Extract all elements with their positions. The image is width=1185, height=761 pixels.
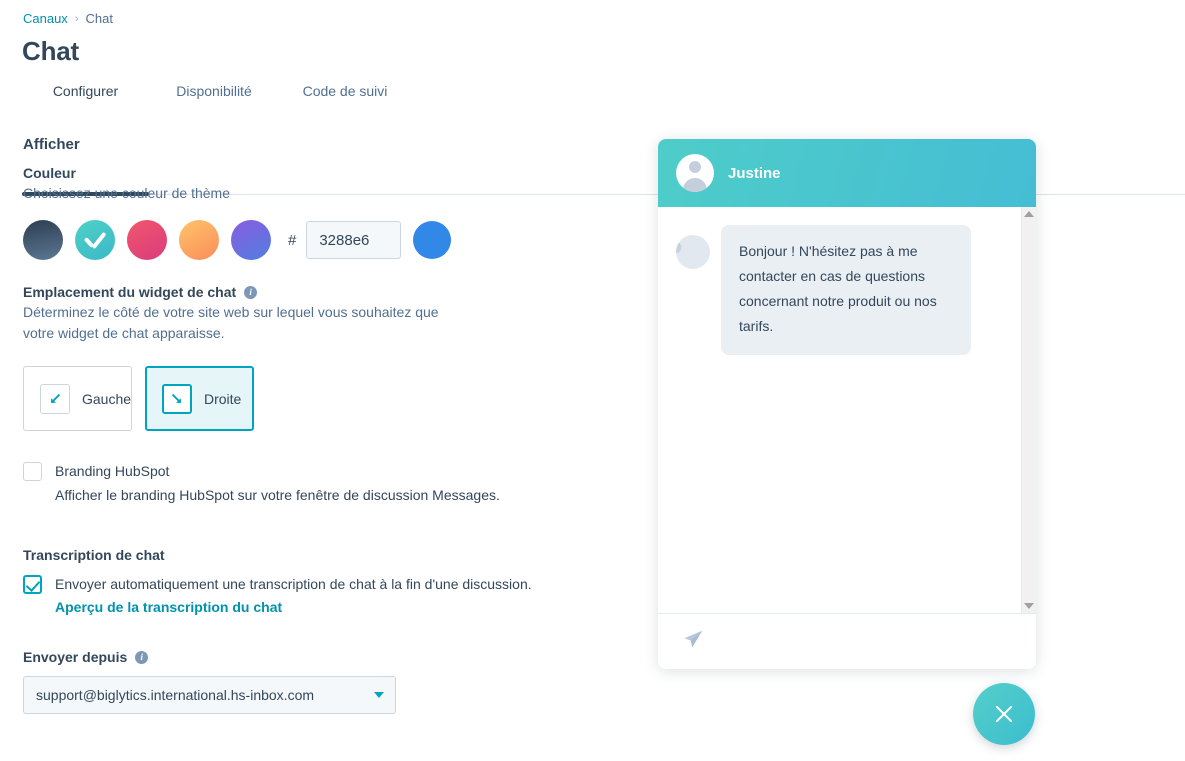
info-icon[interactable]: i [135,650,149,664]
section-heading-afficher: Afficher [23,136,80,153]
chevron-down-icon [374,692,384,698]
chat-scrollbar[interactable] [1021,207,1036,613]
message-avatar [676,235,710,269]
arrow-down-left-icon [40,383,70,414]
label-couleur: Couleur [23,165,633,181]
color-swatch-orange[interactable] [179,220,219,260]
tab-disponibilite[interactable]: Disponibilité [149,78,279,113]
settings-column: Afficher Couleur Choisissez une couleur … [23,136,633,714]
color-description: Choisissez une couleur de thème [23,185,231,201]
breadcrumb-separator-icon: › [74,13,79,25]
chat-preview-header: Justine [658,139,1036,207]
agent-name: Justine [728,164,781,182]
tab-bar: Configurer Disponibilité Code de suivi [22,78,1185,196]
placement-option-droite-label: Droite [204,390,242,407]
color-swatch-purple[interactable] [231,220,271,260]
color-swatch-teal[interactable] [75,220,115,260]
send-from-section: Envoyer depuis i support@biglytics.inter… [23,649,633,714]
transcript-checkbox-row: Envoyer automatiquement une transcriptio… [23,574,633,617]
branding-hubspot-checkbox[interactable] [23,462,42,481]
send-from-label-text: Envoyer depuis [23,649,128,665]
color-swatch-dark-slate[interactable] [23,220,63,260]
chat-message-bubble: Bonjour ! N'hésitez pas à me contacter e… [721,225,971,355]
color-swatch-row: # [23,220,633,260]
close-x-icon [993,703,1015,725]
transcript-preview-link[interactable]: Aperçu de la transcription du chat [55,599,282,615]
chat-message: Bonjour ! N'hésitez pas à me contacter e… [676,225,1007,355]
placement-option-gauche-label: Gauche [82,390,132,407]
placement-options: Gauche Droite [23,366,633,431]
label-couleur-text: Couleur [23,165,76,181]
breadcrumb: Canaux › Chat [23,11,113,27]
send-from-selected-value: support@biglytics.international.hs-inbox… [36,687,315,703]
hex-hash-symbol: # [288,231,297,249]
scroll-down-arrow-icon[interactable] [1024,603,1034,609]
checkmark-icon [84,234,106,247]
placement-option-gauche[interactable]: Gauche [23,366,132,431]
color-swatch-pink-red[interactable] [127,220,167,260]
scroll-up-arrow-icon[interactable] [1024,211,1034,217]
transcript-section: Transcription de chat Envoyer automatiqu… [23,547,633,617]
info-icon[interactable]: i [244,285,258,299]
chat-settings-page: Canaux › Chat Chat Configurer Disponibil… [0,0,1185,761]
branding-hubspot-row: Branding HubSpot Afficher le branding Hu… [23,461,633,505]
placement-description: Déterminez le côté de votre site web sur… [23,304,439,341]
label-emplacement-text: Emplacement du widget de chat [23,284,237,300]
send-from-select[interactable]: support@biglytics.international.hs-inbox… [23,676,396,714]
transcript-checkbox[interactable] [23,575,42,594]
chat-launcher-close-button[interactable] [973,683,1035,745]
placement-option-droite[interactable]: Droite [145,366,254,431]
hex-color-input[interactable] [306,221,402,259]
label-emplacement: Emplacement du widget de chat i [23,284,633,300]
send-from-label: Envoyer depuis i [23,649,633,665]
transcript-heading: Transcription de chat [23,547,633,563]
tab-configurer[interactable]: Configurer [22,78,149,113]
branding-hubspot-label: Branding HubSpot [55,463,170,479]
chat-preview-body: Bonjour ! N'hésitez pas à me contacter e… [658,207,1036,613]
breadcrumb-current: Chat [85,11,113,26]
chat-preview-widget: Justine Bonjour ! N'hésitez pas à me con… [658,139,1036,669]
color-preview-circle [413,221,452,259]
transcript-checkbox-label: Envoyer automatiquement une transcriptio… [55,576,532,592]
transcript-heading-text: Transcription de chat [23,547,165,563]
branding-hubspot-description: Afficher le branding HubSpot sur votre f… [55,487,500,503]
widget-placement-section: Emplacement du widget de chat i Détermin… [23,284,633,431]
chat-message-list: Bonjour ! N'hésitez pas à me contacter e… [658,207,1021,613]
agent-avatar [676,154,714,192]
send-paper-plane-icon[interactable] [682,628,704,655]
page-title: Chat [22,36,79,66]
arrow-down-right-icon [162,383,192,414]
chat-input-bar[interactable] [658,613,1036,669]
tab-code-de-suivi[interactable]: Code de suivi [279,78,411,113]
breadcrumb-link-canaux[interactable]: Canaux [23,11,68,27]
